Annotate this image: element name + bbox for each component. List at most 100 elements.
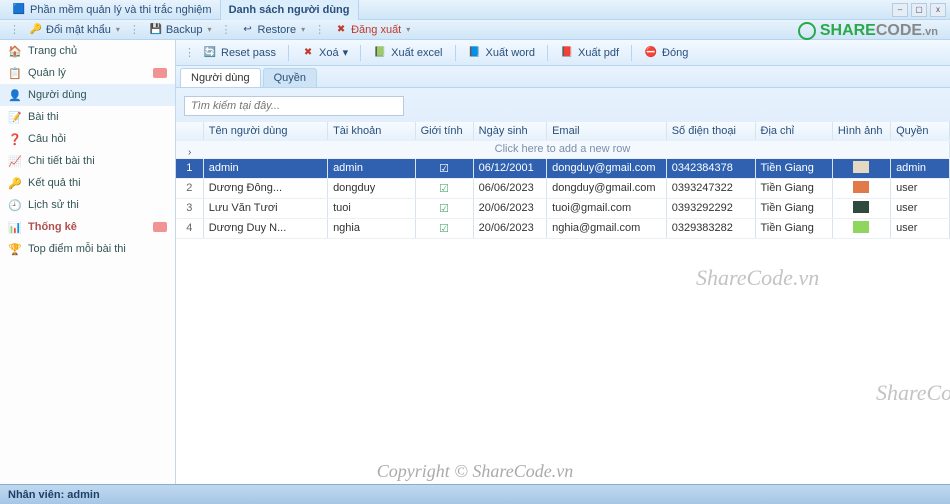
table-cell: 0393247322 [666, 178, 755, 198]
close-tab-button[interactable]: ⛔ Đóng [640, 44, 692, 62]
export-excel-button[interactable]: 📗 Xuất excel [369, 44, 446, 62]
sidebar-item[interactable]: 📋Quản lý [0, 62, 175, 84]
maximize-button[interactable]: ▢ [911, 3, 927, 17]
sidebar-label: Bài thi [28, 111, 59, 123]
table-cell: user [891, 198, 950, 218]
table-cell [832, 218, 890, 238]
table-cell: dongduy@gmail.com [547, 178, 667, 198]
minimize-button[interactable]: – [892, 3, 908, 17]
menu-logout[interactable]: ✖ Đăng xuất ▾ [330, 23, 414, 37]
table-cell: 20/06/2023 [473, 198, 546, 218]
table-cell: user [891, 218, 950, 238]
table-cell [832, 178, 890, 198]
sidebar-item[interactable]: 🏆Top điểm mỗi bài thi [0, 238, 175, 260]
table-row[interactable]: 2Dương Đông...dongduy☑06/06/2023dongduy@… [176, 178, 950, 198]
table-cell: nghia@gmail.com [547, 218, 667, 238]
reset-pass-button[interactable]: 🔄 Reset pass [199, 44, 280, 62]
sidebar-label: Chi tiết bài thi [28, 155, 95, 167]
export-word-button[interactable]: 📘 Xuất word [464, 44, 540, 62]
table-cell: 1 [176, 158, 203, 178]
table-row[interactable]: 3Lưu Văn Tươituoi☑20/06/2023tuoi@gmail.c… [176, 198, 950, 218]
thumbnail [853, 181, 869, 193]
tab-roles[interactable]: Quyền [263, 68, 317, 87]
column-header[interactable]: Giới tính [415, 122, 473, 140]
column-header[interactable]: Tên người dùng [203, 122, 327, 140]
sidebar-icon: 🕘 [8, 198, 22, 212]
table-cell: ☑ [415, 158, 473, 178]
sidebar-icon: ❓ [8, 132, 22, 146]
menu-restore[interactable]: ↩ Restore ▾ [237, 23, 310, 37]
table-cell: Tiền Giang [755, 198, 832, 218]
table-row[interactable]: 1adminadmin☑06/12/2001dongduy@gmail.com0… [176, 158, 950, 178]
chevron-down-icon: ▾ [208, 25, 212, 34]
delete-button[interactable]: ✖ Xoá▾ [297, 44, 352, 62]
thumbnail [853, 161, 869, 173]
menu-change-password[interactable]: 🔑 Đổi mật khẩu ▾ [25, 23, 124, 37]
chevron-down-icon: ▾ [406, 25, 410, 34]
users-grid[interactable]: Tên người dùngTài khoảnGiới tínhNgày sin… [176, 122, 950, 484]
table-cell: dongduy@gmail.com [547, 158, 667, 178]
table-row[interactable]: 4Dương Duy N...nghia☑20/06/2023nghia@gma… [176, 218, 950, 238]
search-input[interactable] [184, 96, 404, 116]
table-cell: 0329383282 [666, 218, 755, 238]
table-cell: tuoi [328, 198, 416, 218]
table-cell: 4 [176, 218, 203, 238]
column-header[interactable]: Hình ảnh [832, 122, 890, 140]
gender-check-icon: ☑ [439, 203, 449, 215]
table-cell: ☑ [415, 198, 473, 218]
menubar: ⋮ 🔑 Đổi mật khẩu ▾ ⋮ 💾 Backup ▾ ⋮ ↩ Rest… [0, 20, 950, 40]
menu-backup[interactable]: 💾 Backup ▾ [145, 23, 216, 37]
tb-label: Xuất word [486, 47, 536, 59]
app-title-tab[interactable]: 🟦 Phần mềm quản lý và thi trắc nghiệm [4, 0, 220, 20]
sidebar-label: Câu hỏi [28, 133, 66, 145]
gender-check-icon: ☑ [439, 183, 449, 195]
page-title-tab[interactable]: Danh sách người dùng [220, 0, 359, 20]
menu-label: Đăng xuất [351, 24, 401, 36]
column-header[interactable]: Quyền [891, 122, 950, 140]
tb-label: Xoá [319, 47, 339, 59]
table-cell: 06/06/2023 [473, 178, 546, 198]
titlebar: 🟦 Phần mềm quản lý và thi trắc nghiệm Da… [0, 0, 950, 20]
sidebar-item[interactable]: ❓ Câu hỏi [0, 128, 175, 150]
column-header[interactable]: Địa chỉ [755, 122, 832, 140]
table-cell: user [891, 178, 950, 198]
table-cell: Tiền Giang [755, 218, 832, 238]
sidebar-item[interactable]: 📝Bài thi [0, 106, 175, 128]
tb-label: Reset pass [221, 47, 276, 59]
toolbar: ⋮ 🔄 Reset pass ✖ Xoá▾ 📗 Xuất excel 📘 [176, 40, 950, 66]
sidebar-item[interactable]: 📊 Thống kê [0, 216, 175, 238]
sidebar-item[interactable]: 🔑Kết quả thi [0, 172, 175, 194]
sidebar-item[interactable]: 🕘 Lịch sử thi [0, 194, 175, 216]
reset-icon: 🔄 [203, 46, 217, 60]
table-cell [832, 198, 890, 218]
export-pdf-button[interactable]: 📕 Xuất pdf [556, 44, 623, 62]
menu-sep-icon: ⋮ [311, 23, 328, 36]
status-user: Nhân viên: admin [8, 489, 100, 501]
sidebar-icon: 📋 [8, 66, 22, 80]
sidebar-label: Thống kê [28, 221, 77, 233]
chevron-down-icon: ▾ [343, 46, 349, 59]
pdf-icon: 📕 [560, 46, 574, 60]
logout-icon: ✖ [334, 23, 348, 37]
table-cell: Lưu Văn Tươi [203, 198, 327, 218]
sidebar-label: Lịch sử thi [28, 199, 79, 211]
column-header[interactable]: Email [547, 122, 667, 140]
tab-users[interactable]: Người dùng [180, 68, 261, 87]
close-button[interactable]: x [930, 3, 946, 17]
table-cell: admin [203, 158, 327, 178]
column-header[interactable]: Số điện thoại [666, 122, 755, 140]
word-icon: 📘 [468, 46, 482, 60]
column-header[interactable] [176, 122, 203, 140]
row-indicator-icon: › [188, 147, 191, 158]
sidebar-item[interactable]: 👤Người dùng [0, 84, 175, 106]
sidebar-item[interactable]: 📈Chi tiết bài thi [0, 150, 175, 172]
new-row-prompt[interactable]: Click here to add a new row [176, 140, 950, 158]
table-cell: 3 [176, 198, 203, 218]
column-header[interactable]: Tài khoản [328, 122, 416, 140]
sidebar-item[interactable]: 🏠Trang chủ [0, 40, 175, 62]
gender-check-icon: ☑ [439, 223, 449, 235]
column-header[interactable]: Ngày sinh [473, 122, 546, 140]
app-title: Phần mềm quản lý và thi trắc nghiệm [30, 4, 212, 16]
sidebar-icon: 👤 [8, 88, 22, 102]
sidebar-icon: 📊 [8, 220, 22, 234]
